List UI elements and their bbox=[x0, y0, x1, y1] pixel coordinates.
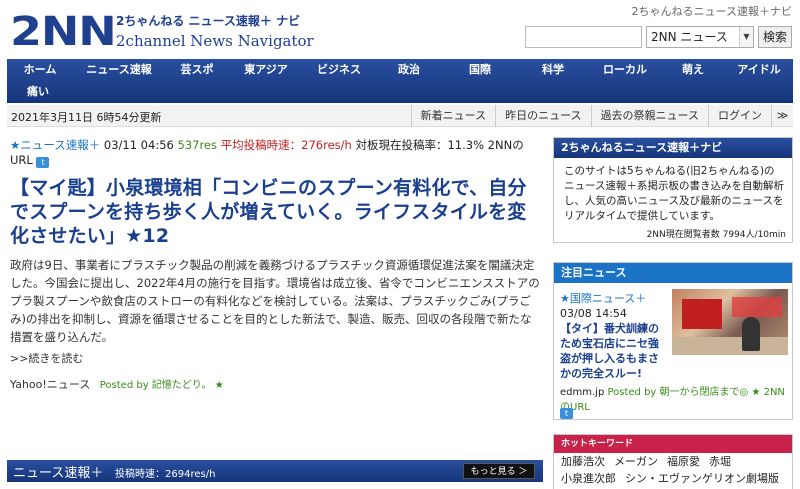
site-header: 2ちゃんねるニュース速報＋ナビ 2NN 2ちゃんねる ニュース速報＋ ナビ 2c… bbox=[0, 0, 800, 58]
article-headline[interactable]: 【マイ匙】小泉環境相「コンビニのスプーン有料化で、自分でスプーンを持ち歩く人が増… bbox=[10, 176, 543, 248]
hot-keywords-box: ホットキーワード 加藤浩次 メーガン 福原愛 赤堀 小泉進次郎 シン・エヴァンゲ… bbox=[553, 434, 793, 489]
about-text: このサイトは5ちゃんねる(旧2ちゃんねる)のニュース速報＋系掲示板の書き込みを自… bbox=[564, 165, 784, 222]
attention-time: 03/08 14:54 bbox=[560, 307, 627, 320]
keyword-link[interactable]: 小泉進次郎 bbox=[561, 470, 616, 487]
nav-business[interactable]: ビジネス bbox=[303, 59, 375, 81]
logo-mark: 2NN bbox=[10, 9, 117, 55]
sub-bar: 2021年3月11日 6時54分更新 新着ニュース 昨日のニュース 過去の祭親ニ… bbox=[7, 105, 793, 127]
hot-keywords-title: ホットキーワード bbox=[554, 435, 792, 453]
attention-headline[interactable]: 【タイ】番犬訓練のため宝石店にニセ強盗が押し入るもまさかの完全スルー! bbox=[560, 321, 664, 381]
keyword-link[interactable]: シン・エヴァンゲリオン劇場版 bbox=[625, 470, 779, 487]
nav-home[interactable]: ホーム bbox=[7, 59, 73, 81]
nav-east-asia[interactable]: 東アジア bbox=[229, 59, 303, 81]
site-tagline: 2ちゃんねるニュース速報＋ナビ bbox=[631, 5, 792, 18]
link-past-news[interactable]: 過去の祭親ニュース bbox=[590, 105, 708, 127]
link-more[interactable]: ≫ bbox=[771, 105, 793, 127]
article-meta: ★ニュース速報＋ 03/11 04:56 537res 平均投稿時速：276re… bbox=[10, 138, 543, 168]
attention-source-name[interactable]: edmm.jp bbox=[560, 387, 604, 398]
keyword-link[interactable]: 加藤浩次 bbox=[561, 453, 605, 470]
article-board[interactable]: ★ニュース速報＋ bbox=[10, 138, 100, 152]
attention-source: edmm.jp Posted by 朝一から閉店まで◎ ★ 2NNのURL bbox=[560, 383, 792, 413]
search-scope-select[interactable]: 2NN ニュース ▼ bbox=[646, 26, 754, 48]
search-input[interactable] bbox=[525, 26, 642, 48]
logo-en-text: 2channel News Navigator bbox=[116, 32, 314, 50]
twitter-icon[interactable]: t bbox=[560, 408, 573, 419]
section-rate: 投稿時速：2694res/h bbox=[115, 469, 216, 480]
keyword-link[interactable]: 赤堀 bbox=[709, 453, 731, 470]
nav-news[interactable]: ニュース速報 bbox=[73, 59, 165, 81]
nav-science[interactable]: 科学 bbox=[517, 59, 589, 81]
link-login[interactable]: ログイン bbox=[708, 105, 771, 127]
about-box: 2ちゃんねるニュース速報＋ナビ このサイトは5ちゃんねる(旧2ちゃんねる)のニュ… bbox=[553, 137, 793, 243]
chevron-down-icon: ▼ bbox=[739, 27, 753, 47]
search-button[interactable]: 検索 bbox=[758, 26, 792, 48]
read-more-link[interactable]: >>続きを読む bbox=[10, 350, 543, 366]
link-new-news[interactable]: 新着ニュース bbox=[410, 105, 495, 127]
section-title: ニュース速報＋ bbox=[13, 466, 104, 481]
article-source: Yahoo!ニュース Posted by 記憶たどり。 ★ bbox=[10, 376, 543, 392]
nav-itai[interactable]: 痛い bbox=[7, 81, 69, 103]
link-yesterday-news[interactable]: 昨日のニュース bbox=[495, 105, 590, 127]
nav-idol[interactable]: アイドル bbox=[725, 59, 793, 81]
nav-politics[interactable]: 政治 bbox=[375, 59, 443, 81]
viewer-count: 2NN現在閲覧者数 7994人/10min bbox=[646, 230, 786, 240]
sub-links: 新着ニュース 昨日のニュース 過去の祭親ニュース ログイン ≫ bbox=[410, 105, 793, 127]
keyword-link[interactable]: メーガン bbox=[614, 453, 658, 470]
hot-keywords-row: 加藤浩次 メーガン 福原愛 赤堀 bbox=[554, 453, 792, 470]
logo-jp-text: 2ちゃんねる ニュース速報＋ ナビ bbox=[116, 14, 301, 28]
section-bar-news: ニュース速報＋ 投稿時速：2694res/h もっと見る ＞ bbox=[7, 460, 543, 482]
nav-international[interactable]: 国際 bbox=[443, 59, 517, 81]
article-post-rate: 対板現在投稿率：11.3% bbox=[355, 138, 485, 152]
article-rate: 平均投稿時速：276res/h bbox=[220, 138, 352, 152]
about-title: 2ちゃんねるニュース速報＋ナビ bbox=[554, 138, 792, 158]
attention-thumbnail[interactable] bbox=[672, 289, 788, 355]
attention-news-box: 注目ニュース ★国際ニュース＋ 03/08 14:54 【タイ】番犬訓練のため宝… bbox=[553, 262, 793, 420]
attention-board[interactable]: ★国際ニュース＋ bbox=[560, 291, 670, 306]
keyword-link[interactable]: 福原愛 bbox=[667, 453, 700, 470]
article-body: 政府は9日、事業者にプラスチック製品の削減を義務づけるプラスチック資源循環促進法… bbox=[10, 258, 540, 344]
nav-moe[interactable]: 萌え bbox=[661, 59, 725, 81]
site-logo[interactable]: 2NN 2ちゃんねる ニュース速報＋ ナビ 2channel News Navi… bbox=[10, 9, 314, 55]
attention-title: 注目ニュース bbox=[554, 263, 792, 283]
source-name[interactable]: Yahoo!ニュース bbox=[10, 378, 90, 391]
main-article: ★ニュース速報＋ 03/11 04:56 537res 平均投稿時速：276re… bbox=[10, 138, 543, 392]
posted-by: Posted by 記憶たどり。 ★ bbox=[99, 380, 224, 391]
nav-geispo[interactable]: 芸スポ bbox=[165, 59, 229, 81]
hot-keywords-row: 小泉進次郎 シン・エヴァンゲリオン劇場版 bbox=[554, 470, 792, 487]
twitter-icon[interactable]: t bbox=[36, 157, 50, 168]
article-res: 537res bbox=[177, 138, 218, 152]
nav-local[interactable]: ローカル bbox=[589, 59, 661, 81]
attention-meta: ★国際ニュース＋ 03/08 14:54 bbox=[560, 291, 670, 321]
update-date: 2021年3月11日 6時54分更新 bbox=[11, 111, 162, 124]
main-nav: ホーム ニュース速報 芸スポ 東アジア ビジネス 政治 国際 科学 ローカル 萌… bbox=[7, 59, 793, 103]
see-more-button[interactable]: もっと見る ＞ bbox=[463, 463, 535, 479]
article-time: 03/11 04:56 bbox=[103, 138, 174, 152]
